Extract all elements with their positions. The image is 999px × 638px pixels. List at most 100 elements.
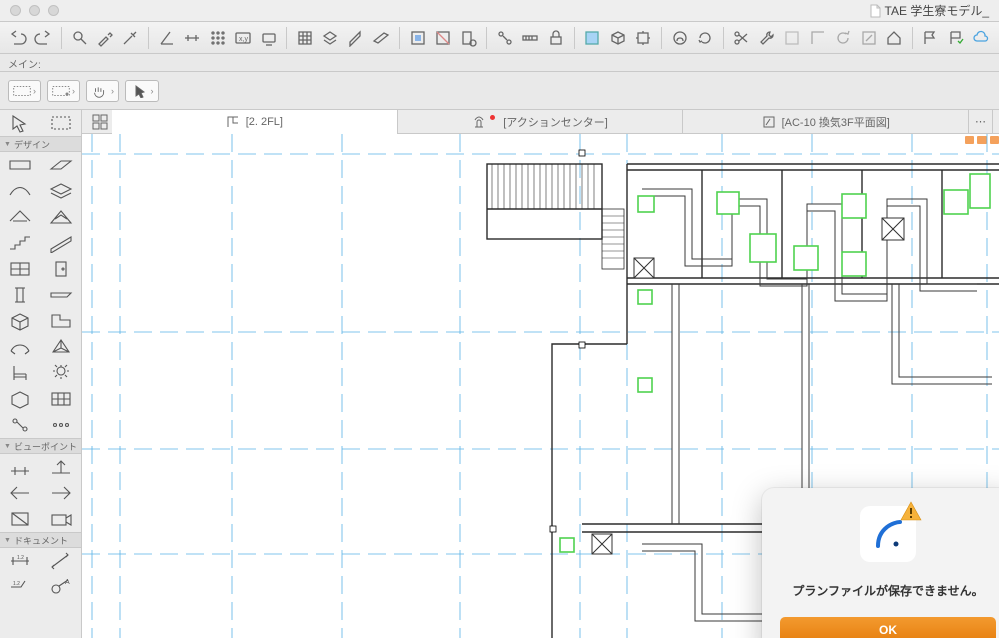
slab-tool[interactable]	[41, 152, 82, 178]
thumbs-icon[interactable]	[88, 114, 112, 130]
save-error-dialog: プランファイルが保存できません。 OK	[762, 488, 999, 638]
radial-dim-tool[interactable]	[41, 548, 82, 574]
control-row: › › › ›	[0, 72, 999, 110]
rotate-ccw-button[interactable]	[831, 26, 854, 50]
svg-text:1.2: 1.2	[13, 581, 20, 587]
angle-tool-button[interactable]	[155, 26, 178, 50]
issue-button[interactable]	[457, 26, 480, 50]
scissors-button[interactable]	[730, 26, 753, 50]
lock-button[interactable]	[544, 26, 567, 50]
content-area: [2. 2FL] [アクションセンター] [AC-10 換気3F平面図] ⋯	[82, 110, 999, 638]
rotate-3d-button[interactable]	[606, 26, 629, 50]
wall-tool[interactable]	[0, 152, 41, 178]
corner-button[interactable]	[806, 26, 829, 50]
morph-tool[interactable]	[41, 334, 82, 360]
tab-floor-2fl[interactable]: [2. 2FL]	[112, 110, 398, 134]
minimize-window-icon[interactable]	[29, 5, 40, 16]
zone-tool[interactable]	[41, 308, 82, 334]
layers-button[interactable]	[319, 26, 342, 50]
warning-icon	[900, 500, 922, 522]
pointer-chip[interactable]: ›	[125, 80, 159, 102]
marquee-corner-chip[interactable]: ›	[47, 80, 80, 102]
close-window-icon[interactable]	[10, 5, 21, 16]
grid-dots-button[interactable]	[206, 26, 229, 50]
settings-dropdown-button[interactable]	[257, 26, 280, 50]
eyedropper-button[interactable]	[93, 26, 116, 50]
ok-button[interactable]: OK	[780, 617, 996, 638]
xy-label-button[interactable]: x,y	[231, 26, 254, 50]
marquee-dashed-chip[interactable]: ›	[8, 80, 41, 102]
section-button[interactable]	[406, 26, 429, 50]
redo-button[interactable]	[31, 26, 54, 50]
more-tool[interactable]	[41, 412, 82, 438]
level-mark-tool[interactable]: 1.2	[0, 574, 41, 600]
window-title: TAE 学生寮モデル_	[869, 2, 989, 19]
window-tool[interactable]	[0, 256, 41, 282]
text-tool[interactable]: A	[41, 574, 82, 600]
worksheet-tool[interactable]	[0, 506, 41, 532]
object-tool[interactable]	[0, 308, 41, 334]
wrench-button[interactable]	[755, 26, 778, 50]
eyedropper-zoom-button[interactable]	[68, 26, 91, 50]
curtain-wall-tool[interactable]	[41, 386, 82, 412]
dimension-tool-button[interactable]	[181, 26, 204, 50]
profile-button[interactable]	[668, 26, 691, 50]
tab-action-center[interactable]: [アクションセンター]	[398, 110, 684, 134]
lamp-tool[interactable]	[41, 360, 82, 386]
flag-check-button[interactable]	[944, 26, 967, 50]
connector-tool[interactable]	[0, 412, 41, 438]
marquee-tool[interactable]	[41, 110, 82, 136]
column-tool[interactable]	[0, 282, 41, 308]
transform-button[interactable]	[631, 26, 654, 50]
stair-tool[interactable]	[0, 230, 41, 256]
door-tool[interactable]	[41, 256, 82, 282]
syringe-button[interactable]	[119, 26, 142, 50]
home-button[interactable]	[882, 26, 905, 50]
floorplan-icon	[226, 115, 240, 129]
roof-tool[interactable]	[0, 204, 41, 230]
rotation-button[interactable]	[693, 26, 716, 50]
flag-button[interactable]	[919, 26, 942, 50]
level-dim-tool[interactable]	[0, 454, 41, 480]
drawing-canvas[interactable]: プランファイルが保存できません。 OK	[82, 134, 999, 638]
svg-text:x,y: x,y	[239, 36, 248, 43]
tab-ac10-plan[interactable]: [AC-10 換気3F平面図]	[683, 110, 969, 134]
expand-button[interactable]	[857, 26, 880, 50]
linear-dim-tool[interactable]: 1.2	[0, 548, 41, 574]
document-icon	[869, 4, 881, 18]
zoom-window-icon[interactable]	[48, 5, 59, 16]
trace-button[interactable]	[431, 26, 454, 50]
beam-tool[interactable]	[41, 282, 82, 308]
elevation-tool[interactable]	[41, 454, 82, 480]
cloud-sync-button[interactable]	[970, 26, 993, 50]
document-section-header[interactable]: ▼ドキュメント	[0, 532, 81, 548]
section-tool[interactable]	[0, 480, 41, 506]
viewpoint-section-header[interactable]: ▼ビューポイント	[0, 438, 81, 454]
mesh-tool[interactable]	[41, 204, 82, 230]
beacon-icon	[472, 115, 486, 129]
drawing-icon	[762, 115, 776, 129]
camera-tool[interactable]	[41, 506, 82, 532]
shell-tool[interactable]	[0, 334, 41, 360]
pointer-tool[interactable]	[0, 110, 41, 136]
design-section-header[interactable]: ▼デザイン	[0, 136, 81, 152]
layers-tool[interactable]	[41, 178, 82, 204]
connection-button[interactable]	[493, 26, 516, 50]
box-tool[interactable]	[0, 386, 41, 412]
dim-button-1[interactable]	[781, 26, 804, 50]
ramp-tool[interactable]	[41, 230, 82, 256]
chair-tool[interactable]	[0, 360, 41, 386]
plane-button[interactable]	[370, 26, 393, 50]
measure-1-button[interactable]	[519, 26, 542, 50]
window-titlebar: TAE 学生寮モデル_	[0, 0, 999, 22]
selection-highlight-button[interactable]	[581, 26, 604, 50]
detail-tool[interactable]	[41, 480, 82, 506]
wall-button[interactable]	[344, 26, 367, 50]
hand-chip[interactable]: ›	[86, 80, 119, 102]
curve-wall-tool[interactable]	[0, 178, 41, 204]
svg-text:A: A	[65, 579, 70, 586]
grid-toggle-button[interactable]	[293, 26, 316, 50]
tool-sidebar: ▼デザイン ▼ビューポイント ▼ドキュメント 1.2 1.2 A	[0, 110, 82, 638]
undo-button[interactable]	[6, 26, 29, 50]
tab-overflow[interactable]: ⋯	[969, 110, 993, 134]
